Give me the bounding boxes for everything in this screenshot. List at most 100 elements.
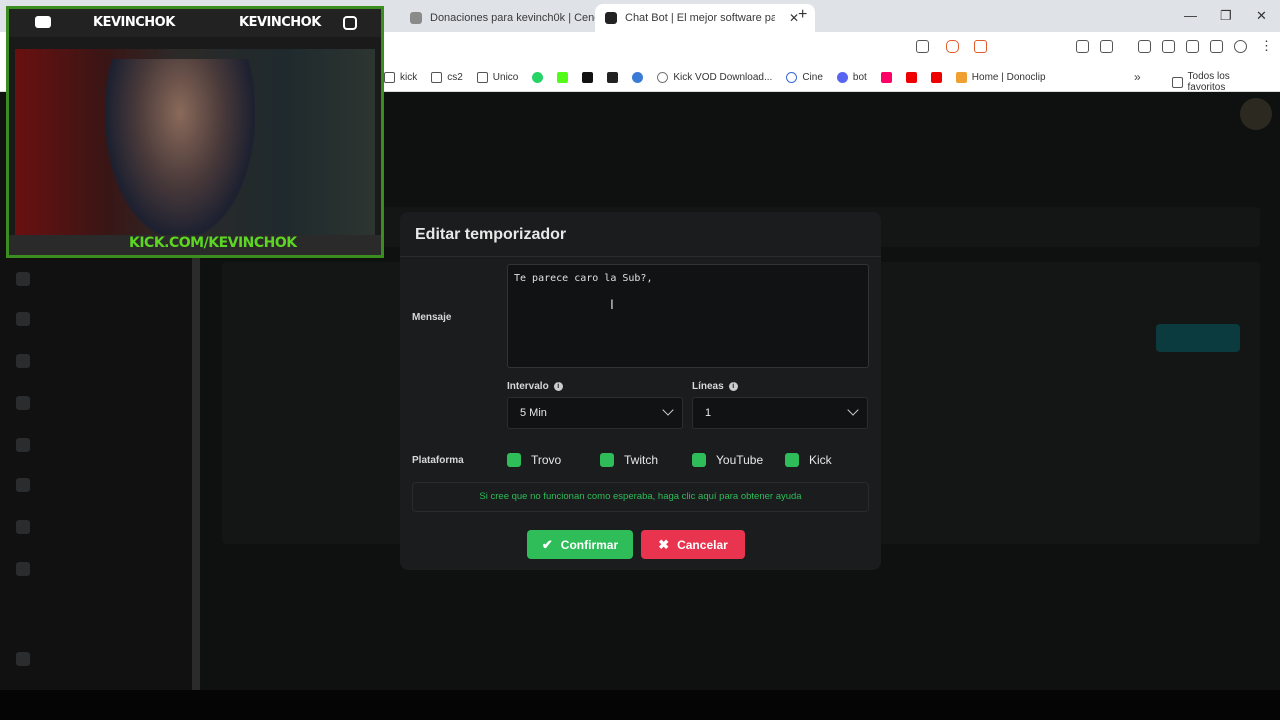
sidebar-item-minijuegos[interactable] (16, 438, 30, 452)
youtube-icon (905, 71, 917, 83)
instagram-icon (343, 16, 357, 30)
lines-label: Líneas (692, 381, 724, 392)
check-icon: ✔ (541, 536, 553, 552)
message-textarea[interactable]: Te parece caro la Sub?, (507, 264, 869, 368)
bookmark-label: Unico (492, 71, 519, 83)
bookmark-cs2[interactable]: cs2 (431, 71, 463, 83)
more-bookmarks-icon[interactable]: » (1134, 70, 1141, 84)
bookmark-app[interactable] (632, 71, 644, 83)
interval-value: 5 Min (520, 407, 547, 419)
sidebar-toggle-icon[interactable] (1162, 40, 1175, 53)
confirm-label: Confirmar (560, 537, 619, 552)
platform-youtube-checkbox[interactable]: YouTube (692, 453, 763, 467)
extensions-icon[interactable] (1076, 40, 1089, 53)
chevron-down-icon (847, 404, 859, 416)
interval-label: Intervalo (507, 381, 549, 392)
bookmark-label: bot (852, 71, 867, 83)
brave-rewards-icon[interactable] (974, 40, 987, 53)
bookmark-bot[interactable]: bot (836, 71, 867, 83)
tab-label: Donaciones para kevinch0k | Ceneka (430, 12, 613, 24)
sidebar-item-perfil[interactable] (16, 312, 30, 326)
bookmark-unico[interactable]: Unico (476, 71, 519, 83)
bookmark-cine[interactable]: Cine (786, 71, 823, 83)
platform-label-kick: Kick (809, 453, 832, 467)
trophy-icon (16, 354, 30, 368)
platform-twitch-checkbox[interactable]: Twitch (600, 453, 658, 467)
sidebar-item-chatbot[interactable] (16, 272, 30, 286)
restore-icon[interactable]: ❐ (1220, 8, 1232, 24)
bookmark-app[interactable] (880, 71, 892, 83)
youtube-icon (35, 16, 51, 28)
tab-donaciones[interactable]: Donaciones para kevinch0k | Ceneka (400, 4, 622, 32)
platform-trovo-checkbox[interactable]: Trovo (507, 453, 561, 467)
streamer-name-right: KEVINCHOK (239, 15, 321, 30)
streamer-figure (105, 59, 255, 239)
menu-icon[interactable]: ⋮ (1260, 38, 1273, 54)
lines-select[interactable]: 1 (692, 397, 868, 429)
lines-label-group: Líneas i (692, 381, 738, 392)
interval-select[interactable]: 5 Min (507, 397, 683, 429)
close-window-icon[interactable]: ✕ (1256, 8, 1267, 24)
integrations-icon (16, 396, 30, 410)
tab-chat-bot[interactable]: Chat Bot | El mejor software para ✕ (595, 4, 815, 32)
bookmark-kick[interactable]: kick (384, 71, 417, 83)
bookmark-label: Cine (802, 71, 823, 83)
platform-kick-checkbox[interactable]: Kick (785, 453, 832, 467)
bot-icon (836, 71, 848, 83)
folder-icon (476, 71, 488, 83)
lines-value: 1 (705, 407, 712, 419)
bookmark-app[interactable] (607, 71, 619, 83)
new-tab-icon[interactable]: + (798, 6, 807, 24)
app-icon (632, 71, 644, 83)
music-icon[interactable] (1138, 40, 1151, 53)
kick-vod-icon (657, 71, 669, 83)
sidebar-item-lealtad[interactable] (16, 354, 30, 368)
sidebar-item-integraciones[interactable] (16, 396, 30, 410)
info-icon[interactable]: i (728, 381, 738, 391)
interval-label-group: Intervalo i (507, 381, 563, 392)
folder-icon (1172, 76, 1183, 88)
sidebar-item-sub-usuarios[interactable] (16, 520, 30, 534)
share-icon[interactable] (916, 40, 929, 53)
streamer-url: KICK.COM/KEVINCHOK (129, 235, 297, 251)
bookmark-kick-icon[interactable] (557, 71, 569, 83)
webcam-overlay: KEVINCHOK KEVINCHOK KICK.COM/KEVINCHOK (6, 6, 384, 258)
brave-shields-icon[interactable] (946, 40, 959, 53)
bookmark-youtube[interactable] (930, 71, 942, 83)
sidebar-item-referidos[interactable] (16, 562, 30, 576)
bookmark-label: Home | Donoclip (971, 71, 1046, 83)
referrals-icon (16, 562, 30, 576)
music-icon (16, 478, 30, 492)
leo-ai-icon[interactable] (1210, 40, 1223, 53)
bookmark-kick-vod[interactable]: Kick VOD Download... (657, 71, 772, 83)
ceneka-favicon-icon (410, 12, 422, 24)
reader-icon[interactable] (1100, 40, 1113, 53)
help-link[interactable]: Si cree que no funcionan como esperaba, … (412, 482, 869, 512)
wallet-icon[interactable] (1186, 40, 1199, 53)
cancel-label: Cancelar (677, 537, 728, 552)
app-icon (880, 71, 892, 83)
minimize-icon[interactable]: — (1184, 8, 1197, 23)
bookmark-tiktok[interactable] (582, 71, 594, 83)
avatar[interactable] (1240, 98, 1272, 130)
confirm-button[interactable]: ✔ Confirmar (527, 530, 633, 559)
vpn-icon[interactable] (1234, 40, 1247, 53)
sidebar-item-interaccion[interactable] (16, 478, 30, 492)
folder-icon (431, 71, 443, 83)
bookmark-youtube[interactable] (905, 71, 917, 83)
app-icon (607, 71, 619, 83)
add-button[interactable] (1156, 324, 1240, 352)
gamepad-icon (16, 438, 30, 452)
bookmark-donoclip[interactable]: Home | Donoclip (955, 71, 1046, 83)
info-icon[interactable]: i (553, 381, 563, 391)
bookmark-label: Todos los favoritos (1187, 71, 1230, 93)
bookmark-whatsapp[interactable] (532, 71, 544, 83)
checkbox-checked-icon (600, 453, 614, 467)
chevron-down-icon (662, 404, 674, 416)
bookmark-all-favorites[interactable]: Todos los favoritos (1172, 71, 1266, 93)
tab-label: Chat Bot | El mejor software para (625, 12, 775, 24)
cancel-button[interactable]: ✖ Cancelar (641, 530, 745, 559)
webcam-video (15, 49, 375, 239)
modal-divider (400, 256, 881, 257)
sidebar-item-documentacion[interactable] (16, 652, 30, 666)
